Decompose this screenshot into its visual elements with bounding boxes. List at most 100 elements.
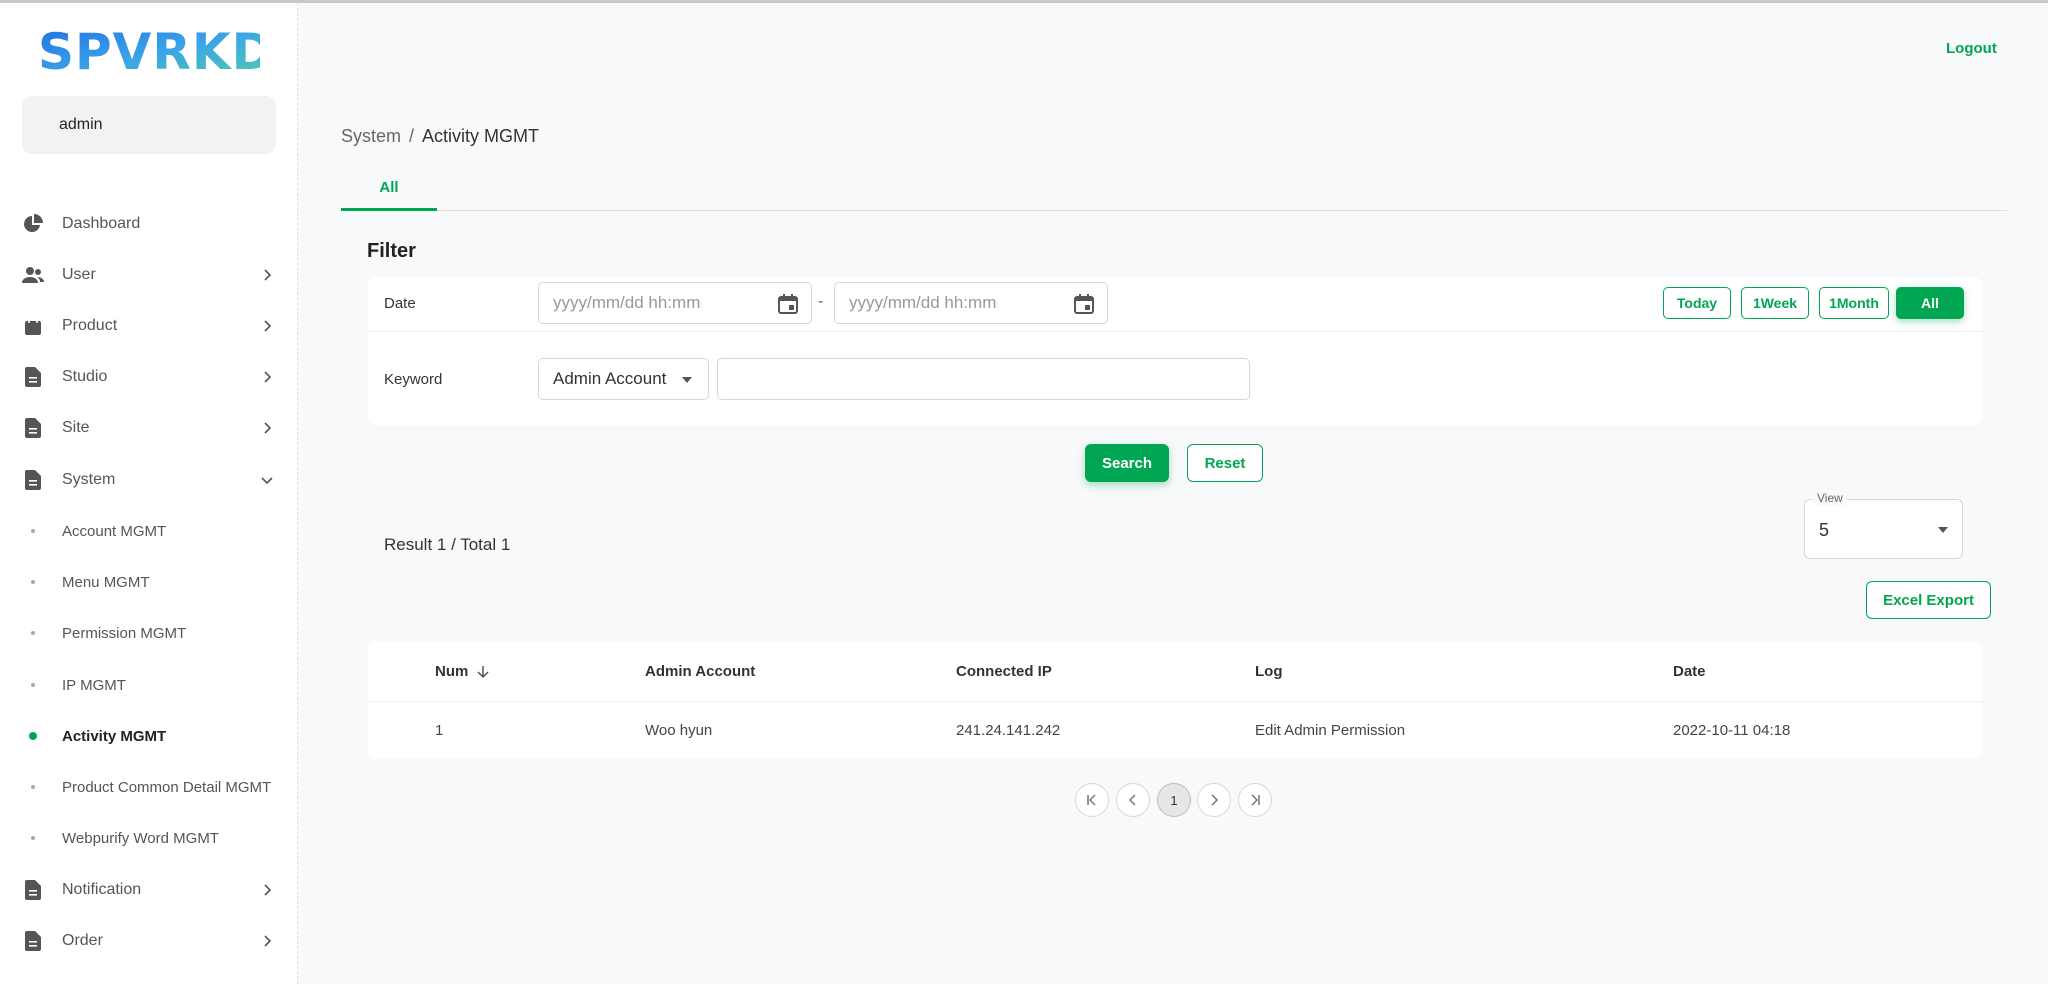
- bullet-dot: [31, 580, 35, 584]
- column-header-label: Num: [435, 663, 469, 680]
- caret-down-icon: [682, 377, 692, 383]
- bullet-dot: [31, 631, 35, 635]
- sidebar-item-label: Site: [62, 419, 90, 436]
- caret-down-icon: [1938, 527, 1948, 533]
- bullet-dot: [31, 836, 35, 840]
- result-count: Result 1 / Total 1: [384, 535, 511, 554]
- sidebar-subitem-label: Permission MGMT: [62, 624, 187, 642]
- sidebar-subitem-menu-mgmt[interactable]: Menu MGMT: [0, 562, 298, 602]
- brand-logo[interactable]: SPVRKD: [38, 23, 260, 79]
- sidebar-subitem-permission-mgmt[interactable]: Permission MGMT: [0, 613, 298, 653]
- sidebar-subitem-activity-mgmt[interactable]: Activity MGMT: [0, 716, 298, 756]
- page-1-button[interactable]: 1: [1157, 783, 1191, 817]
- last-page-icon: [1251, 794, 1260, 806]
- view-count-select[interactable]: View 5: [1804, 491, 1963, 559]
- keyword-type-value: Admin Account: [553, 369, 667, 388]
- sidebar-subitem-account-mgmt[interactable]: Account MGMT: [0, 511, 298, 551]
- excel-export-button[interactable]: Excel Export: [1866, 581, 1991, 619]
- sidebar-subitem-webpurify-word-mgmt[interactable]: Webpurify Word MGMT: [0, 818, 298, 858]
- document-icon: [22, 366, 44, 388]
- column-header-log: Log: [1255, 663, 1283, 680]
- sidebar-item-label: Product: [62, 317, 118, 334]
- date-range-separator: -: [818, 293, 824, 310]
- document-icon: [22, 879, 44, 901]
- breadcrumb-parent[interactable]: System: [341, 126, 401, 146]
- chevron-right-icon: [264, 269, 272, 281]
- first-page-icon: [1087, 794, 1096, 806]
- calendar-icon[interactable]: [777, 293, 799, 315]
- sidebar-item-label: Order: [62, 932, 103, 949]
- sidebar-item-user[interactable]: User: [0, 255, 298, 295]
- sidebar-item-label: Studio: [62, 368, 108, 385]
- range-today-button[interactable]: Today: [1663, 287, 1731, 319]
- sidebar-item-order[interactable]: Order: [0, 921, 298, 961]
- range-1week-button[interactable]: 1Week: [1741, 287, 1809, 319]
- bag-icon: [22, 315, 44, 337]
- breadcrumb: System / Activity MGMT: [341, 126, 539, 147]
- filter-panel: Date yyyy/mm/dd hh:mm - yyyy/mm/dd hh:mm…: [368, 277, 1982, 425]
- sidebar: SPVRKD admin Dashboard User Product Stud…: [0, 3, 298, 984]
- document-icon: [22, 469, 44, 491]
- pagination: 1: [0, 783, 2048, 817]
- chevron-right-icon: [264, 935, 272, 947]
- start-date-input[interactable]: yyyy/mm/dd hh:mm: [538, 282, 812, 324]
- table-header: Num Admin Account Connected IP Log Date: [368, 641, 1982, 702]
- last-page-button[interactable]: [1238, 783, 1272, 817]
- keyword-type-select[interactable]: Admin Account: [538, 358, 709, 400]
- bullet-dot: [31, 529, 35, 533]
- end-date-input[interactable]: yyyy/mm/dd hh:mm: [834, 282, 1108, 324]
- chevron-right-icon: [1211, 794, 1219, 806]
- keyword-input[interactable]: [717, 358, 1250, 400]
- table-row[interactable]: 1 Woo hyun 241.24.141.242 Edit Admin Per…: [368, 702, 1982, 759]
- users-icon: [22, 264, 44, 286]
- next-page-button[interactable]: [1197, 783, 1231, 817]
- sidebar-subitem-label: Account MGMT: [62, 522, 167, 540]
- view-count-value: 5: [1819, 520, 1830, 540]
- sidebar-item-dashboard[interactable]: Dashboard: [0, 204, 298, 244]
- cell-admin-account: Woo hyun: [645, 722, 713, 739]
- sidebar-item-label: User: [62, 266, 96, 283]
- breadcrumb-current: Activity MGMT: [422, 126, 540, 146]
- column-header-num[interactable]: Num: [435, 663, 490, 680]
- sidebar-item-notification[interactable]: Notification: [0, 870, 298, 910]
- sidebar-item-studio[interactable]: Studio: [0, 357, 298, 397]
- cell-log: Edit Admin Permission: [1255, 722, 1406, 739]
- sidebar-item-system[interactable]: System: [0, 460, 298, 500]
- sidebar-item-product[interactable]: Product: [0, 306, 298, 346]
- sidebar-subitem-label: Menu MGMT: [62, 573, 150, 591]
- filter-title: Filter: [367, 240, 416, 262]
- search-button[interactable]: Search: [1085, 444, 1169, 482]
- sidebar-item-label: System: [62, 471, 116, 488]
- view-count-label: View: [1813, 491, 1847, 505]
- current-user-name: admin: [59, 116, 103, 133]
- chevron-right-icon: [264, 422, 272, 434]
- range-all-button[interactable]: All: [1896, 287, 1964, 319]
- document-icon: [22, 930, 44, 952]
- sidebar-item-label: Notification: [62, 881, 142, 898]
- keyword-label: Keyword: [384, 371, 443, 388]
- end-date-placeholder: yyyy/mm/dd hh:mm: [849, 293, 997, 312]
- sidebar-subitem-label: Webpurify Word MGMT: [62, 829, 219, 847]
- reset-button[interactable]: Reset: [1187, 444, 1263, 482]
- active-bullet-dot: [29, 732, 37, 740]
- activity-table: Num Admin Account Connected IP Log Date …: [368, 641, 1982, 759]
- range-1month-button[interactable]: 1Month: [1819, 287, 1889, 319]
- arrow-down-icon[interactable]: [476, 665, 490, 679]
- first-page-button[interactable]: [1075, 783, 1109, 817]
- sidebar-subitem-ip-mgmt[interactable]: IP MGMT: [0, 665, 298, 705]
- sidebar-subitem-label: IP MGMT: [62, 676, 126, 694]
- pie-chart-icon: [22, 213, 44, 235]
- logout-button[interactable]: Logout: [1946, 40, 1997, 57]
- chevron-right-icon: [264, 371, 272, 383]
- current-user-box[interactable]: admin: [22, 96, 276, 154]
- chevron-right-icon: [264, 320, 272, 332]
- breadcrumb-separator: /: [409, 126, 415, 146]
- svg-text:SPVRKD: SPVRKD: [38, 23, 260, 79]
- sidebar-item-site[interactable]: Site: [0, 408, 298, 448]
- tab-bar: All: [341, 166, 2007, 211]
- prev-page-button[interactable]: [1116, 783, 1150, 817]
- tab-all[interactable]: All: [341, 166, 437, 211]
- calendar-icon[interactable]: [1073, 293, 1095, 315]
- column-header-connected-ip: Connected IP: [956, 663, 1052, 680]
- bullet-dot: [31, 683, 35, 687]
